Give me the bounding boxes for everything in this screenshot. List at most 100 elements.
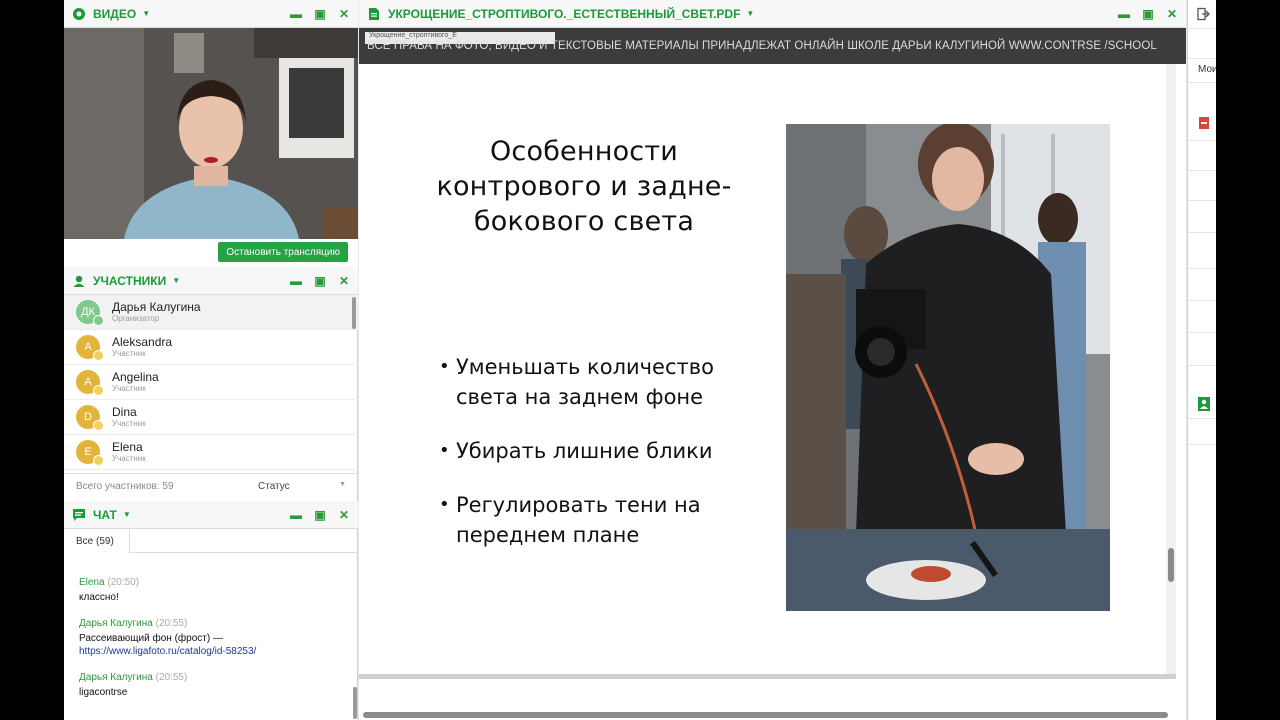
bullet-line: Убирать лишние блики (456, 439, 713, 463)
video-panel-title[interactable]: ВИДЕО (93, 7, 136, 21)
tab-all[interactable]: Все (59) (64, 529, 130, 553)
minimize-icon[interactable]: ▬ (290, 274, 302, 288)
participants-total: Всего участников: 59 (76, 481, 174, 492)
minimize-icon[interactable]: ▬ (290, 508, 302, 522)
user-badge-icon (93, 385, 104, 396)
participant-row[interactable]: A Aleksandra Участник (64, 330, 358, 365)
maximize-icon[interactable]: ▣ (314, 7, 326, 21)
bullet-line: переднем плане (456, 523, 640, 547)
document-title[interactable]: УКРОЩЕНИЕ_СТРОПТИВОГО._ЕСТЕСТВЕННЫЙ_СВЕТ… (388, 7, 740, 21)
message-text: классно! (79, 592, 119, 603)
slide-title: Особенности контрового и задне- бокового… (429, 134, 739, 239)
divider (1188, 418, 1216, 419)
document-icon (367, 7, 381, 21)
page-divider (359, 674, 1176, 679)
participants-scrollbar[interactable] (352, 297, 356, 329)
document-vertical-scroll-thumb[interactable] (1168, 548, 1174, 582)
chevron-down-icon[interactable]: ▼ (746, 9, 754, 18)
message-text: Рассеивающий фон (фрост) — (79, 633, 223, 644)
divider (1188, 140, 1216, 141)
logout-icon[interactable] (1196, 7, 1210, 26)
chevron-down-icon[interactable]: ▼ (172, 276, 180, 285)
participant-name: Aleksandra (112, 335, 173, 349)
participant-role: Участник (112, 419, 146, 428)
participants-panel-title[interactable]: УЧАСТНИКИ (93, 274, 166, 288)
chat-icon (72, 508, 86, 522)
message-link[interactable]: https://www.ligafoto.ru/catalog/id-58253… (79, 645, 344, 658)
document-vertical-scrollbar[interactable] (1166, 64, 1176, 674)
avatar: ДК (76, 300, 104, 326)
message-time: (20:55) (155, 672, 188, 683)
participant-row[interactable]: ДК Дарья Калугина Организатор (64, 295, 358, 330)
chevron-down-icon: ▼ (339, 481, 346, 488)
message-author[interactable]: Дарья Калугина (79, 618, 153, 629)
divider (1188, 28, 1216, 29)
avatar-initials: A (84, 341, 92, 353)
minimize-icon[interactable]: ▬ (290, 7, 302, 21)
video-panel-header: ВИДЕО ▼ ▬ ▣ ✕ (64, 0, 358, 28)
slide-bullets: Уменьшать количество света на заднем фон… (439, 352, 769, 574)
bullet-line: Регулировать тени на (456, 493, 701, 517)
document-horizontal-scrollbar[interactable] (363, 712, 1168, 718)
user-file-icon[interactable] (1198, 397, 1210, 416)
video-controls-bar: Остановить трансляцию (64, 239, 358, 267)
participant-name: Дарья Калугина (112, 300, 201, 314)
slide-photo (786, 124, 1110, 611)
participant-name: Angelina (112, 370, 159, 384)
divider (1188, 268, 1216, 269)
message-author[interactable]: Elena (79, 577, 105, 588)
message-header: Дарья Калугина (20:55) (79, 618, 344, 629)
chat-message: Elena (20:50) классно! (79, 577, 344, 604)
close-icon[interactable]: ✕ (338, 508, 350, 522)
user-badge-icon (93, 350, 104, 361)
maximize-icon[interactable]: ▣ (314, 508, 326, 522)
bullet-line: света на заднем фоне (456, 385, 704, 409)
slide-title-line: бокового света (473, 206, 695, 237)
bullet-item: Уменьшать количество света на заднем фон… (439, 352, 769, 412)
avatar: E (76, 440, 104, 466)
message-author[interactable]: Дарья Калугина (79, 672, 153, 683)
avatar-initials: E (84, 446, 92, 458)
minimize-icon[interactable]: ▬ (1118, 7, 1130, 21)
stop-broadcast-button[interactable]: Остановить трансляцию (218, 242, 348, 262)
participant-row[interactable]: A Angelina Участник (64, 365, 358, 400)
document-panel-header: УКРОЩЕНИЕ_СТРОПТИВОГО._ЕСТЕСТВЕННЫЙ_СВЕТ… (359, 0, 1186, 28)
participant-name: Dina (112, 405, 137, 419)
close-icon[interactable]: ✕ (338, 7, 350, 21)
webinar-app: ВИДЕО ▼ ▬ ▣ ✕ Остановить трансляцию УЧАС… (64, 0, 1216, 720)
left-column: ВИДЕО ▼ ▬ ▣ ✕ Остановить трансляцию УЧАС… (64, 0, 358, 720)
slide: Особенности контрового и задне- бокового… (359, 64, 1176, 674)
message-text: ligacontrse (79, 687, 128, 698)
participant-role: Участник (112, 454, 146, 463)
participant-role: Организатор (112, 314, 160, 323)
status-select[interactable]: Статус ▼ (258, 481, 346, 492)
avatar-initials: D (84, 411, 92, 423)
pdf-file-icon[interactable] (1199, 116, 1209, 134)
bullet-item: Регулировать тени на переднем плане (439, 490, 769, 550)
participant-row[interactable]: E Elena Участник (64, 435, 358, 470)
chat-scrollbar[interactable] (353, 687, 357, 719)
chevron-down-icon[interactable]: ▼ (142, 9, 150, 18)
maximize-icon[interactable]: ▣ (1142, 7, 1154, 21)
participants-footer: Всего участников: 59 Статус ▼ (64, 473, 358, 499)
maximize-icon[interactable]: ▣ (314, 274, 326, 288)
participant-row[interactable]: D Dina Участник (64, 400, 358, 435)
video-icon (72, 7, 86, 21)
chat-message: Дарья Калугина (20:55) Рассеивающий фон … (79, 618, 344, 658)
avatar-initials: A (84, 376, 92, 388)
chevron-down-icon[interactable]: ▼ (123, 510, 131, 519)
slide-title-line: контрового и задне- (436, 171, 732, 202)
chat-panel-title[interactable]: ЧАТ (93, 508, 117, 522)
chat-tabs: Все (59) (64, 529, 358, 553)
divider (1188, 300, 1216, 301)
close-icon[interactable]: ✕ (338, 274, 350, 288)
message-time: (20:50) (107, 577, 140, 588)
webcam-badge-icon (93, 315, 104, 326)
participants-list: ДК Дарья Калугина Организатор A Aleksandr… (64, 295, 358, 470)
divider (1188, 200, 1216, 201)
participants-panel-header: УЧАСТНИКИ ▼ ▬ ▣ ✕ (64, 267, 358, 295)
user-badge-icon (93, 420, 104, 431)
watermark-text: ВСЕ ПРАВА НА ФОТО, ВИДЕО И ТЕКСТОВЫЕ МАТ… (367, 40, 1157, 52)
close-icon[interactable]: ✕ (1166, 7, 1178, 21)
avatar: A (76, 335, 104, 361)
